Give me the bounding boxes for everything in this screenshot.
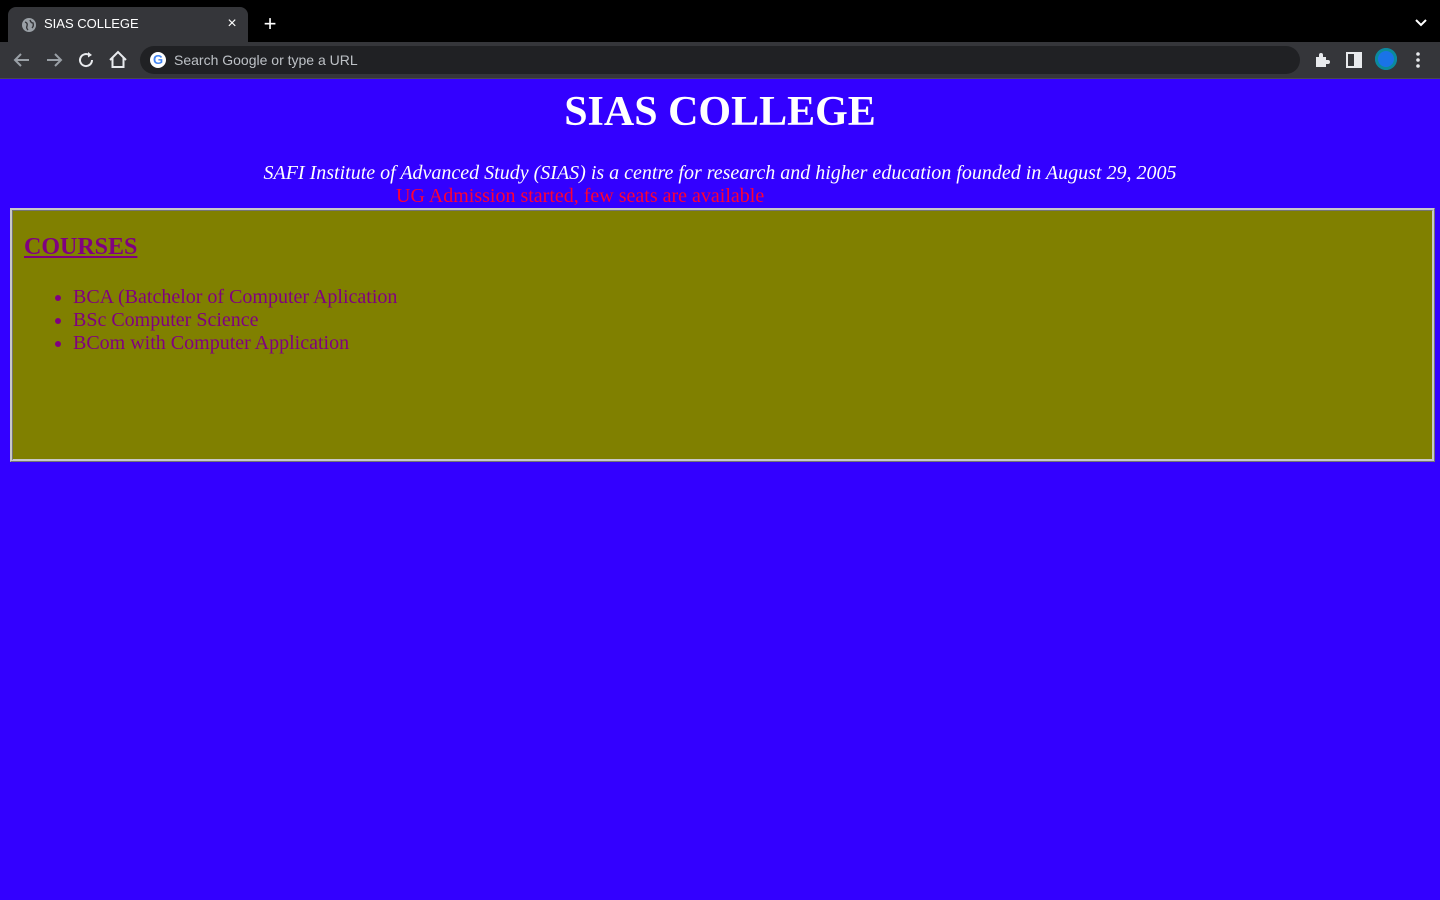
reload-icon[interactable] — [74, 48, 98, 72]
arrow-right-icon[interactable] — [42, 48, 66, 72]
list-item: BCom with Computer Application — [73, 332, 397, 355]
list-item: BCA (Batchelor of Computer Aplication — [73, 286, 397, 309]
kebab-menu-icon[interactable] — [1406, 48, 1430, 72]
chevron-down-icon[interactable] — [1412, 13, 1430, 31]
puzzle-icon[interactable] — [1310, 48, 1334, 72]
page-content: SIAS COLLEGE SAFI Institute of Advanced … — [0, 79, 1440, 900]
browser-tab[interactable]: SIAS COLLEGE × — [8, 7, 248, 42]
list-item: BSc Computer Science — [73, 309, 397, 332]
course-list: BCA (Batchelor of Computer Aplication BS… — [23, 286, 397, 355]
courses-heading: COURSES — [24, 234, 138, 260]
arrow-left-icon[interactable] — [10, 48, 34, 72]
new-tab-button[interactable]: + — [258, 12, 282, 36]
admission-announcement: UG Admission started, few seats are avai… — [396, 185, 765, 207]
side-panel-icon[interactable] — [1342, 48, 1366, 72]
page-title: SIAS COLLEGE — [564, 89, 876, 135]
avatar[interactable] — [1375, 48, 1397, 70]
globe-icon — [22, 18, 36, 32]
tab-title: SIAS COLLEGE — [44, 16, 139, 31]
google-g-icon: G — [150, 52, 166, 68]
browser-toolbar: G — [0, 42, 1440, 79]
college-tagline: SAFI Institute of Advanced Study (SIAS) … — [263, 162, 1177, 184]
browser-tab-bar: SIAS COLLEGE × + — [0, 0, 1440, 42]
search-input[interactable] — [174, 46, 1284, 74]
address-bar[interactable]: G — [140, 46, 1300, 74]
home-icon[interactable] — [106, 48, 130, 72]
courses-section: COURSES BCA (Batchelor of Computer Aplic… — [10, 208, 1435, 462]
close-icon[interactable]: × — [224, 16, 240, 32]
